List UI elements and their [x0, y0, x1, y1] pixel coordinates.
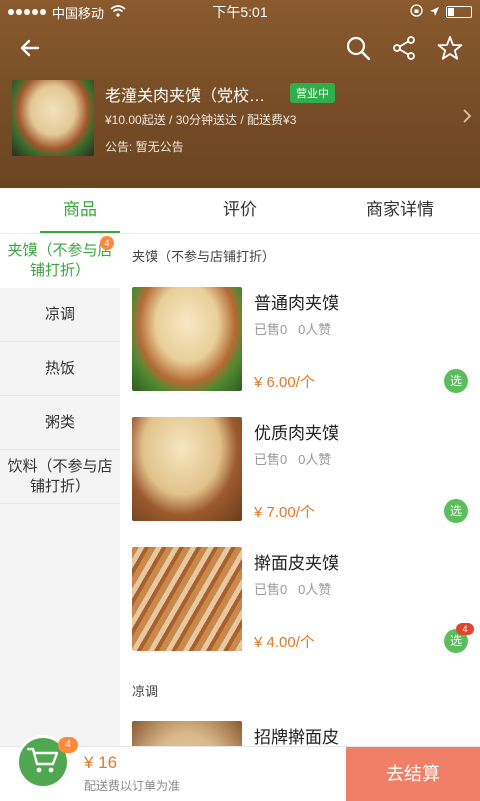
like-count: 0人赞 [298, 322, 332, 337]
list-item[interactable]: 招牌擀面皮 [132, 721, 480, 746]
top-nav [0, 30, 480, 66]
delivery-fee-note: 配送费以订单为准 [84, 779, 181, 793]
sidebar-item-label: 夹馍（不参与店铺打折） [7, 242, 113, 279]
battery-icon [446, 6, 472, 18]
tab-merchant-details[interactable]: 商家详情 [320, 188, 480, 233]
section-title: 夹馍（不参与店铺打折） [132, 249, 276, 264]
cart-count-badge: 4 [58, 737, 78, 753]
product-name: 擀面皮夹馍 [254, 554, 339, 573]
back-arrow-icon[interactable] [14, 32, 46, 64]
product-image[interactable] [132, 721, 242, 746]
shop-name: 老潼关肉夹馍（党校… [105, 88, 266, 105]
list-item[interactable]: 优质肉夹馍 已售0 0人赞 ¥ 7.00/个 选 [132, 417, 480, 523]
sidebar-item-label: 凉调 [44, 305, 75, 323]
sold-count: 已售0 [254, 322, 288, 337]
cart-bar: 4 ¥ 16 配送费以订单为准 去结算 [0, 735, 480, 801]
category-count-badge: 4 [100, 236, 114, 250]
shopping-cart-icon [26, 746, 59, 779]
tab-products[interactable]: 商品 [0, 188, 160, 233]
category-sidebar: 夹馍（不参与店铺打折） 4 凉调 热饭 粥类 饮料（不参与店铺打折） [0, 234, 120, 746]
tab-reviews[interactable]: 评价 [160, 188, 320, 233]
list-item[interactable]: 普通肉夹馍 已售0 0人赞 ¥ 6.00/个 选 [132, 287, 480, 393]
product-price: ¥ 6.00/个 [254, 374, 315, 391]
status-badge: 营业中 [290, 83, 335, 103]
chevron-right-icon [462, 108, 472, 129]
select-button[interactable]: 选 [444, 369, 468, 393]
sidebar-item-zhou[interactable]: 粥类 [0, 396, 120, 450]
sidebar-item-jiamo[interactable]: 夹馍（不参与店铺打折） 4 [0, 234, 120, 288]
product-price: ¥ 7.00/个 [254, 504, 315, 521]
shop-thumbnail [12, 80, 94, 156]
sold-count: 已售0 [254, 582, 288, 597]
cart-total: ¥ 16 [84, 753, 118, 772]
product-image[interactable] [132, 417, 242, 521]
search-icon[interactable] [342, 32, 374, 64]
product-price: ¥ 4.00/个 [254, 634, 315, 651]
checkout-button[interactable]: 去结算 [346, 747, 480, 801]
product-image[interactable] [132, 287, 242, 391]
status-bar: 中国移动 下午5:01 [0, 0, 480, 24]
shop-header: 中国移动 下午5:01 老潼关肉夹馍（党校… 营业中 ¥10.00起送 / 30… [0, 0, 480, 188]
product-stats: 已售0 0人赞 [254, 449, 331, 468]
status-time: 下午5:01 [212, 4, 268, 20]
product-name: 优质肉夹馍 [254, 424, 339, 443]
product-stats: 已售0 0人赞 [254, 319, 331, 338]
list-item[interactable]: 擀面皮夹馍 已售0 0人赞 ¥ 4.00/个 选 4 [132, 547, 480, 653]
product-name: 招牌擀面皮 [254, 728, 339, 746]
sold-count: 已售0 [254, 452, 288, 467]
sidebar-item-yinliao[interactable]: 饮料（不参与店铺打折） [0, 450, 120, 504]
shop-delivery-info: ¥10.00起送 / 30分钟送达 / 配送费¥3 [105, 113, 297, 127]
sidebar-item-label: 粥类 [44, 413, 75, 431]
select-button[interactable]: 选 [444, 499, 468, 523]
tab-bar: 商品 评价 商家详情 [0, 188, 480, 234]
sidebar-item-label: 热饭 [44, 359, 75, 377]
shop-info[interactable]: 老潼关肉夹馍（党校… 营业中 ¥10.00起送 / 30分钟送达 / 配送费¥3… [12, 78, 472, 158]
star-icon[interactable] [434, 32, 466, 64]
share-icon[interactable] [388, 32, 420, 64]
section-title: 凉调 [132, 684, 159, 699]
like-count: 0人赞 [298, 452, 332, 467]
sidebar-item-label: 饮料（不参与店铺打折） [7, 457, 113, 495]
item-count-badge: 4 [456, 623, 474, 635]
like-count: 0人赞 [298, 582, 332, 597]
product-stats: 已售0 0人赞 [254, 579, 331, 598]
product-image[interactable] [132, 547, 242, 651]
shop-notice: 公告: 暂无公告 [105, 140, 184, 154]
sidebar-item-liangtiao[interactable]: 凉调 [0, 288, 120, 342]
product-list[interactable]: 夹馍（不参与店铺打折） 普通肉夹馍 已售0 0人赞 ¥ 6.00/个 选 优质肉… [120, 234, 480, 746]
sidebar-item-refan[interactable]: 热饭 [0, 342, 120, 396]
product-name: 普通肉夹馍 [254, 294, 339, 313]
